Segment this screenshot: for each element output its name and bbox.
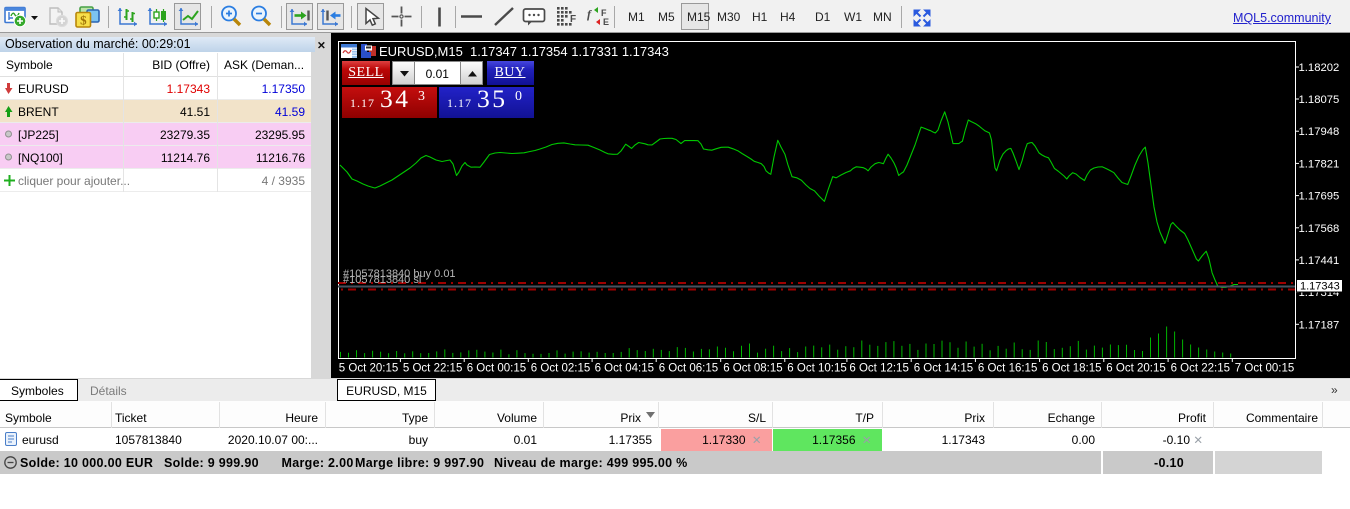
svg-text:5 Oct 20:15: 5 Oct 20:15: [339, 363, 398, 375]
svg-text:6 Oct 08:15: 6 Oct 08:15: [723, 363, 782, 375]
svg-text:6 Oct 02:15: 6 Oct 02:15: [531, 363, 590, 375]
svg-text:1.17441: 1.17441: [1299, 255, 1340, 267]
svg-text:1.17695: 1.17695: [1299, 191, 1340, 203]
svg-text:6 Oct 18:15: 6 Oct 18:15: [1042, 363, 1101, 375]
svg-text:1.17948: 1.17948: [1299, 126, 1340, 138]
svg-text:#1057813840 sl: #1057813840 sl: [343, 274, 421, 286]
svg-text:6 Oct 16:15: 6 Oct 16:15: [978, 363, 1037, 375]
svg-text:1.18202: 1.18202: [1299, 62, 1340, 74]
svg-text:1.18075: 1.18075: [1299, 94, 1340, 106]
svg-text:F: F: [570, 14, 576, 25]
svg-text:1.17187: 1.17187: [1299, 319, 1340, 331]
svg-text:5 Oct 22:15: 5 Oct 22:15: [403, 363, 462, 375]
svg-text:7 Oct 00:15: 7 Oct 00:15: [1235, 363, 1294, 375]
svg-text:6 Oct 10:15: 6 Oct 10:15: [787, 363, 846, 375]
svg-text:f: f: [587, 7, 592, 21]
svg-text:6 Oct 14:15: 6 Oct 14:15: [914, 363, 973, 375]
svg-text:E: E: [603, 17, 609, 27]
svg-text:6 Oct 22:15: 6 Oct 22:15: [1171, 363, 1230, 375]
svg-text:1.17343: 1.17343: [1300, 281, 1340, 293]
svg-text:6 Oct 00:15: 6 Oct 00:15: [467, 363, 526, 375]
svg-text:6 Oct 06:15: 6 Oct 06:15: [659, 363, 718, 375]
svg-text:$: $: [80, 13, 87, 28]
svg-text:6 Oct 12:15: 6 Oct 12:15: [849, 363, 908, 375]
svg-text:6 Oct 04:15: 6 Oct 04:15: [595, 363, 654, 375]
svg-text:6 Oct 20:15: 6 Oct 20:15: [1106, 363, 1165, 375]
svg-text:1.17821: 1.17821: [1299, 158, 1340, 170]
svg-text:1.17568: 1.17568: [1299, 223, 1340, 235]
